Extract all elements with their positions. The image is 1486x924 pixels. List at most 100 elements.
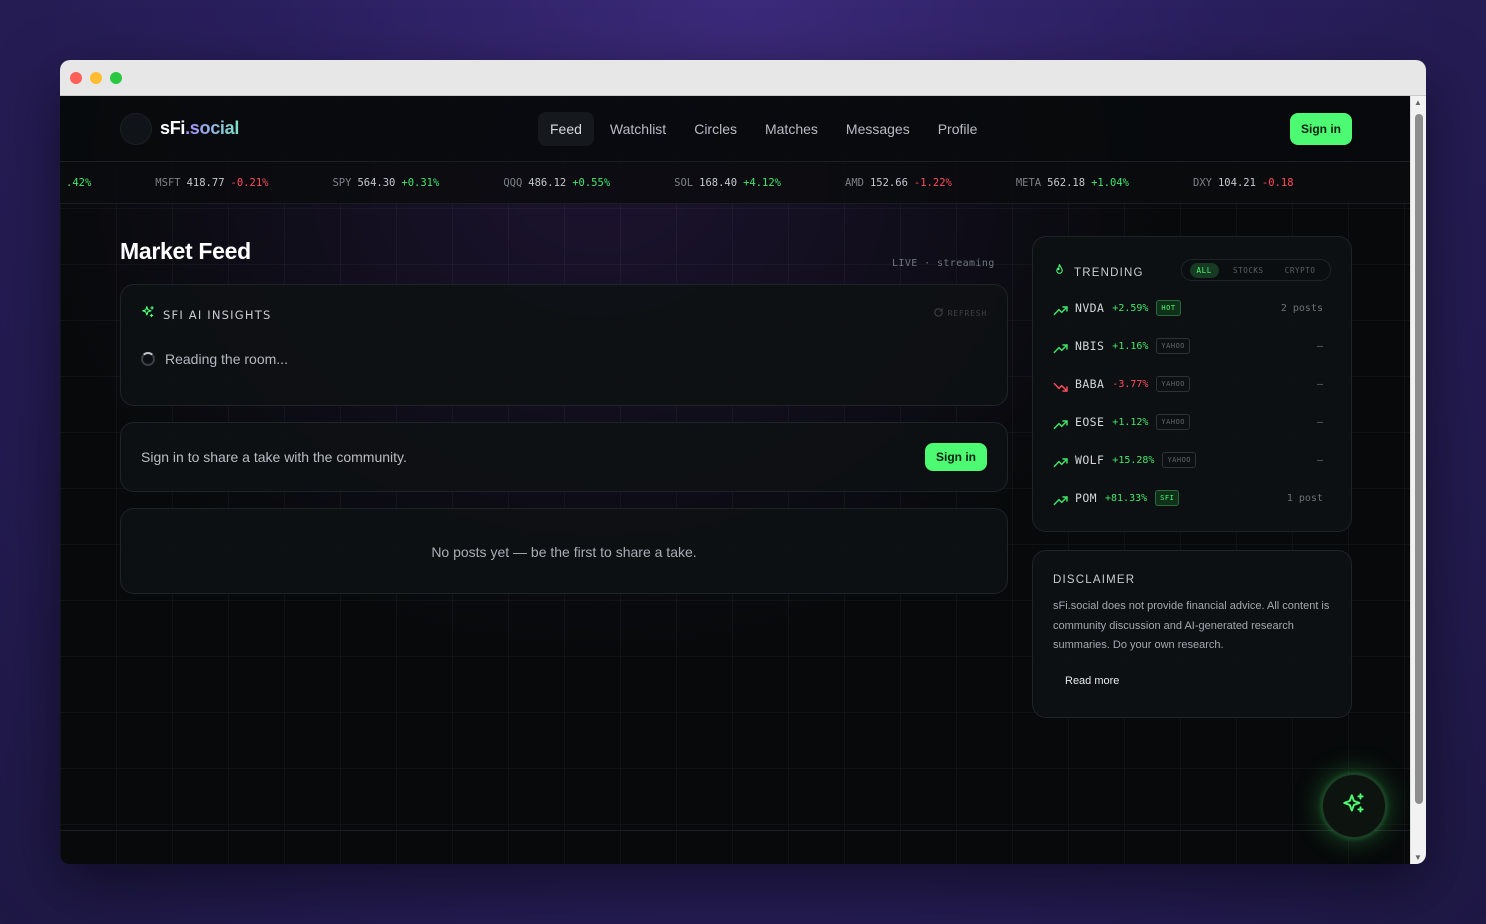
ticker-change: +1.04% [1091, 176, 1130, 189]
browser-window: sFi.social Feed Watchlist Circles Matche… [60, 60, 1426, 864]
trending-symbol: NBIS [1075, 339, 1105, 353]
trending-item-eose[interactable]: EOSE +1.12% YAHOO — [1053, 413, 1323, 431]
sparkles-icon [1341, 791, 1367, 822]
ticker-change: -0.21% [230, 176, 269, 189]
nav-item-circles[interactable]: Circles [682, 112, 749, 146]
nav-item-matches[interactable]: Matches [753, 112, 830, 146]
refresh-icon [933, 307, 944, 320]
ticker-symbol: META [1015, 176, 1042, 189]
ticker-symbol: DXY [1193, 176, 1212, 189]
refresh-label: REFRESH [947, 309, 987, 318]
close-window-button[interactable] [70, 71, 82, 84]
post-count: 2 posts [1280, 302, 1323, 314]
ticker-symbol: SOL [674, 176, 694, 189]
header-sign-in-button[interactable]: Sign in [1290, 113, 1352, 145]
ticker-item[interactable]: QQQ 486.12 +0.55% [503, 177, 610, 189]
ticker-change: .42% [66, 176, 92, 189]
trending-symbol: BABA [1075, 377, 1105, 391]
trending-change: +1.12% [1112, 416, 1149, 428]
ticker-symbol: MSFT [155, 176, 181, 189]
ticker-item[interactable]: META 562.18 +1.04% [1016, 177, 1129, 189]
loading-text: Reading the room... [165, 351, 288, 367]
maximize-window-button[interactable] [110, 71, 122, 84]
ticker-price: 562.18 [1047, 176, 1086, 189]
nav-item-profile[interactable]: Profile [926, 112, 990, 146]
trending-panel: TRENDING ALL STOCKS CRYPTO NVDA +2.59% HOT… [1032, 236, 1352, 532]
page-title: Market Feed [120, 238, 251, 264]
trending-item-wolf[interactable]: WOLF +15.28% YAHOO — [1053, 451, 1323, 469]
loading-spinner-icon [141, 352, 155, 366]
vertical-scrollbar[interactable]: ▲ ▼ [1410, 96, 1426, 864]
filter-crypto[interactable]: CRYPTO [1278, 263, 1323, 278]
nav-item-messages[interactable]: Messages [834, 112, 922, 146]
trending-symbol: WOLF [1075, 453, 1105, 467]
trend-up-icon [1053, 416, 1069, 430]
read-more-link[interactable]: Read more [1065, 675, 1119, 687]
trending-change: +15.28% [1112, 454, 1155, 466]
trend-up-icon [1053, 492, 1069, 506]
empty-feed-card: No posts yet — be the first to share a t… [120, 508, 1008, 594]
post-count: — [1316, 340, 1323, 352]
window-titlebar [60, 60, 1426, 96]
ticker-change: +4.12% [743, 176, 781, 189]
footer-divider [60, 830, 1410, 831]
main-content: Market Feed LIVE · streaming SFI AI INSI… [60, 204, 1410, 864]
source-badge: HOT [1156, 300, 1181, 316]
trending-item-nvda[interactable]: NVDA +2.59% HOT 2 posts [1053, 299, 1323, 317]
ticker-price: 104.21 [1217, 176, 1256, 189]
logo-mark-icon [120, 112, 152, 145]
post-count: — [1316, 454, 1323, 466]
source-badge: SFI [1155, 490, 1180, 506]
nav-item-feed[interactable]: Feed [538, 111, 594, 146]
source-badge: YAHOO [1162, 452, 1197, 468]
trending-title: TRENDING [1074, 266, 1144, 279]
trending-header: TRENDING [1053, 263, 1144, 282]
ticker-item[interactable]: DXY 104.21 -0.18 [1193, 177, 1294, 189]
ticker-item[interactable]: .42% [60, 177, 91, 189]
ai-assistant-button[interactable] [1322, 774, 1386, 838]
page-viewport: sFi.social Feed Watchlist Circles Matche… [60, 96, 1410, 864]
scroll-down-arrow-icon[interactable]: ▼ [1414, 853, 1422, 862]
post-count: 1 post [1286, 492, 1323, 504]
disclaimer-card: DISCLAIMER sFi.social does not provide f… [1032, 550, 1352, 718]
brand-name: sFi.social [160, 118, 239, 139]
minimize-window-button[interactable] [90, 71, 102, 84]
market-ticker: .42% MSFT 418.77 -0.21% SPY 564.30 +0.31% QQQ 48… [60, 162, 1410, 204]
nav-item-watchlist[interactable]: Watchlist [598, 112, 678, 146]
source-badge: YAHOO [1156, 376, 1190, 392]
trend-up-icon [1053, 302, 1069, 316]
ticker-item[interactable]: AMD 152.66 -1.22% [845, 177, 952, 189]
live-status: LIVE · streaming [892, 258, 995, 269]
main-nav: Feed Watchlist Circles Matches Messages … [538, 111, 990, 146]
trending-symbol: POM [1075, 491, 1097, 505]
disclaimer-title: DISCLAIMER [1053, 574, 1136, 586]
ticker-symbol: AMD [845, 176, 864, 189]
ticker-item[interactable]: SPY 564.30 +0.31% [332, 177, 439, 189]
trending-item-pom[interactable]: POM +81.33% SFI 1 post [1053, 489, 1323, 507]
trending-change: -3.77% [1112, 378, 1149, 390]
ticker-symbol: SPY [332, 176, 352, 189]
trending-change: +2.59% [1112, 302, 1149, 314]
feed-sign-in-button[interactable]: Sign in [925, 443, 987, 471]
refresh-button[interactable]: REFRESH [933, 307, 987, 320]
source-badge: YAHOO [1156, 338, 1190, 354]
signin-prompt-card: Sign in to share a take with the communi… [120, 422, 1008, 492]
ticker-symbol: QQQ [503, 176, 523, 189]
ticker-change: +0.31% [401, 176, 440, 189]
trending-symbol: NVDA [1075, 301, 1105, 315]
ai-insights-header: SFI AI INSIGHTS [141, 305, 271, 324]
scrollbar-thumb[interactable] [1415, 114, 1423, 804]
trending-change: +1.16% [1112, 340, 1149, 352]
ticker-item[interactable]: SOL 168.40 +4.12% [674, 177, 781, 189]
brand-logo[interactable]: sFi.social [120, 112, 239, 145]
filter-stocks[interactable]: STOCKS [1226, 263, 1271, 278]
trend-up-icon [1053, 454, 1069, 468]
trending-item-baba[interactable]: BABA -3.77% YAHOO — [1053, 375, 1323, 393]
top-header: sFi.social Feed Watchlist Circles Matche… [60, 96, 1410, 162]
filter-all[interactable]: ALL [1189, 262, 1219, 278]
ticker-item[interactable]: MSFT 418.77 -0.21% [155, 177, 268, 189]
scroll-up-arrow-icon[interactable]: ▲ [1414, 98, 1422, 107]
sparkles-icon [141, 305, 155, 324]
trend-up-icon [1053, 340, 1069, 354]
trending-item-nbis[interactable]: NBIS +1.16% YAHOO — [1053, 337, 1323, 355]
